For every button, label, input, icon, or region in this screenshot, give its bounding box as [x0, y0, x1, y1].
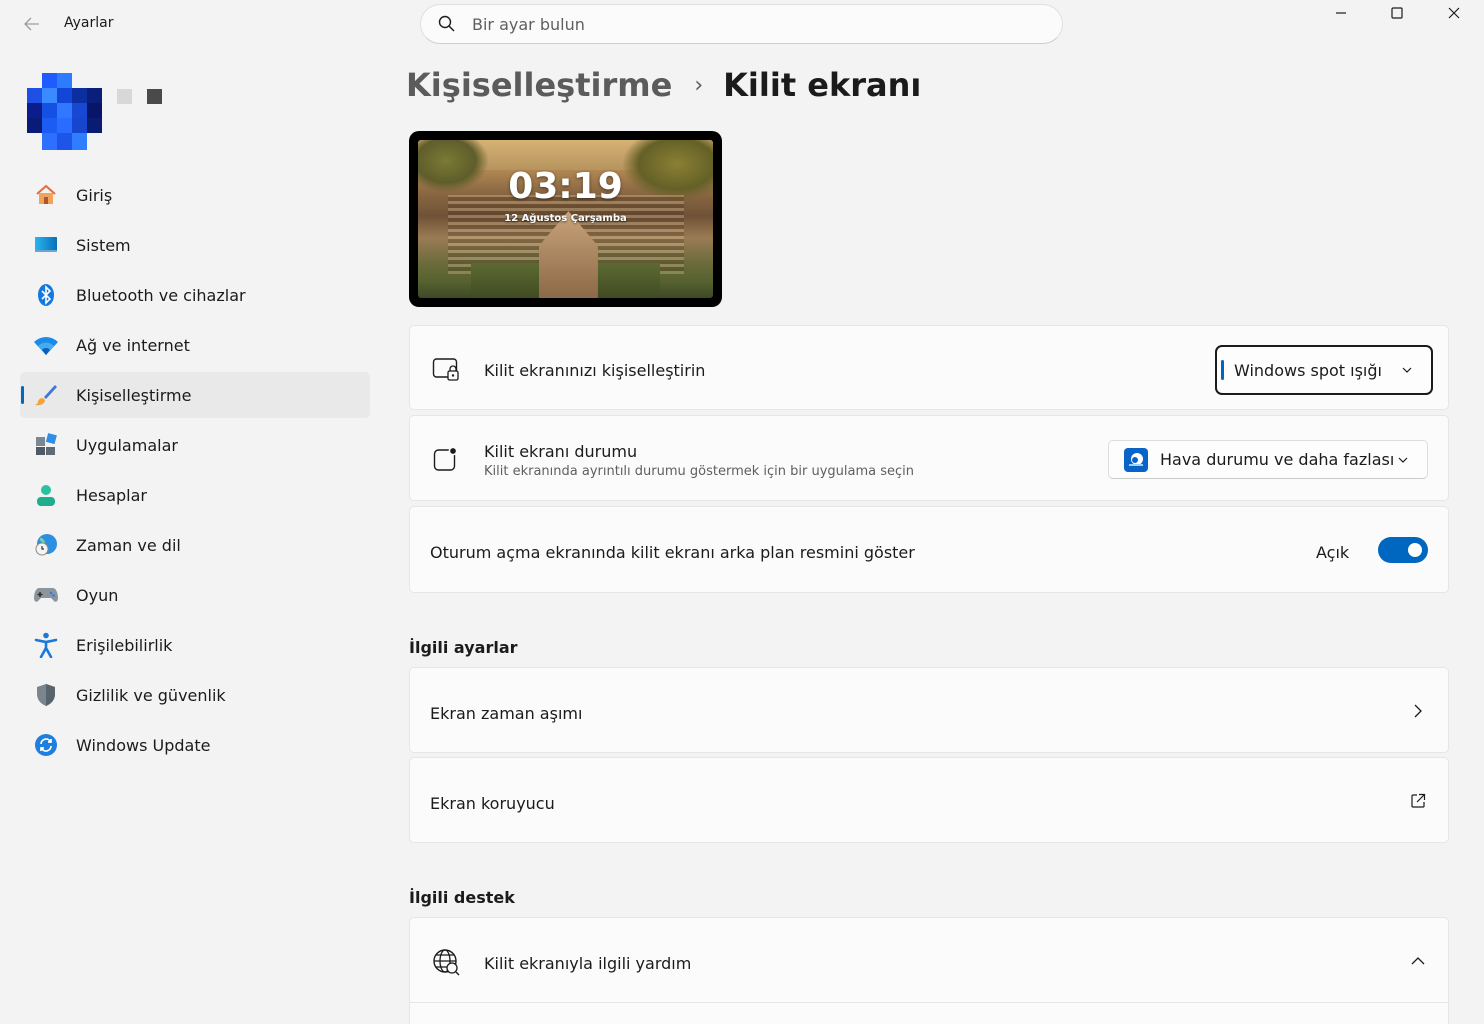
sidebar-item-bluetooth[interactable]: Bluetooth ve cihazlar — [20, 272, 370, 318]
sidebar-item-label: Ağ ve internet — [76, 335, 190, 355]
setting-signin-background: Oturum açma ekranında kilit ekranı arka … — [409, 506, 1449, 593]
globe-icon — [432, 948, 460, 976]
sidebar-item-network[interactable]: Ağ ve internet — [20, 322, 370, 368]
sidebar-item-accessibility[interactable]: Erişilebilirlik — [20, 622, 370, 668]
shield-icon — [33, 682, 59, 708]
chevron-down-icon — [1402, 367, 1412, 373]
preview-date: 12 Ağustos Çarşamba — [504, 213, 627, 224]
divider — [410, 1002, 1448, 1003]
dropdown-value: Hava durumu ve daha fazlası — [1160, 450, 1395, 469]
breadcrumb: Kişiselleştirme › Kilit ekranı — [406, 66, 921, 104]
setting-label: Oturum açma ekranında kilit ekranı arka … — [430, 543, 915, 562]
sidebar-nav: Giriş Sistem Bluetooth ve cihazlar Ağ ve… — [20, 172, 370, 772]
chevron-up-icon[interactable] — [1410, 953, 1426, 969]
sidebar-item-label: Uygulamalar — [76, 435, 178, 455]
setting-label: Kilit ekranınızı kişiselleştirin — [484, 361, 706, 380]
update-icon — [33, 732, 59, 758]
support-item-lock-screen-help[interactable]: Kilit ekranıyla ilgili yardım — [409, 917, 1449, 1024]
dropdown-accent — [1221, 360, 1224, 380]
gamepad-icon — [33, 582, 59, 608]
apps-icon — [33, 432, 59, 458]
home-icon — [33, 182, 59, 208]
close-button[interactable] — [1426, 0, 1482, 26]
chevron-right-icon — [1414, 704, 1422, 718]
sidebar-item-home[interactable]: Giriş — [20, 172, 370, 218]
signin-background-toggle[interactable] — [1378, 537, 1428, 563]
support-item-label: Kilit ekranıyla ilgili yardım — [484, 954, 692, 973]
brush-icon — [33, 382, 59, 408]
sidebar-item-windows-update[interactable]: Windows Update — [20, 722, 370, 768]
sidebar-item-label: Hesaplar — [76, 485, 147, 505]
bluetooth-icon — [33, 282, 59, 308]
status-icon — [432, 445, 460, 473]
setting-lock-screen-status: Kilit ekranı durumu Kilit ekranında ayrı… — [409, 415, 1449, 501]
search-input[interactable] — [472, 14, 1032, 34]
sidebar-item-apps[interactable]: Uygulamalar — [20, 422, 370, 468]
arrow-left-icon — [24, 17, 39, 31]
avatar[interactable] — [27, 73, 102, 150]
toggle-knob — [1408, 543, 1422, 557]
globe-clock-icon — [33, 532, 59, 558]
app-title: Ayarlar — [64, 15, 114, 31]
sidebar-item-label: Windows Update — [76, 735, 211, 755]
external-link-icon — [1411, 793, 1426, 808]
sidebar-item-label: Erişilebilirlik — [76, 635, 173, 655]
sidebar-item-label: Giriş — [76, 185, 113, 205]
breadcrumb-separator: › — [694, 72, 704, 98]
search-box[interactable] — [420, 4, 1063, 44]
setting-label: Kilit ekranı durumu — [484, 442, 638, 461]
sidebar-item-gaming[interactable]: Oyun — [20, 572, 370, 618]
toggle-state-label: Açık — [1316, 543, 1350, 562]
sidebar-item-label: Kişiselleştirme — [76, 385, 192, 405]
sidebar-item-label: Bluetooth ve cihazlar — [76, 285, 246, 305]
accessibility-icon — [33, 632, 59, 658]
lock-screen-background-dropdown[interactable]: Windows spot ışığı — [1215, 345, 1433, 395]
search-icon — [438, 15, 455, 32]
related-support-title: İlgili destek — [409, 888, 515, 907]
account-icon — [33, 482, 59, 508]
breadcrumb-parent[interactable]: Kişiselleştirme — [406, 66, 672, 104]
dropdown-value: Windows spot ışığı — [1234, 360, 1382, 380]
sidebar-item-time-language[interactable]: Zaman ve dil — [20, 522, 370, 568]
setting-description: Kilit ekranında ayrıntılı durumu gösterm… — [484, 464, 915, 479]
chevron-down-icon — [1398, 457, 1408, 463]
sidebar-item-personalization[interactable]: Kişiselleştirme — [20, 372, 370, 418]
maximize-icon — [1391, 7, 1403, 19]
maximize-button[interactable] — [1369, 0, 1425, 26]
lock-screen-preview: 03:19 12 Ağustos Çarşamba — [409, 131, 722, 307]
sidebar-item-system[interactable]: Sistem — [20, 222, 370, 268]
wifi-icon — [33, 332, 59, 358]
sidebar-item-label: Sistem — [76, 235, 131, 255]
minimize-icon — [1336, 12, 1346, 14]
related-item-label: Ekran koruyucu — [430, 794, 555, 813]
profile-name-redacted — [117, 89, 132, 104]
sidebar-item-privacy[interactable]: Gizlilik ve güvenlik — [20, 672, 370, 718]
minimize-button[interactable] — [1313, 0, 1369, 26]
sidebar-item-label: Gizlilik ve güvenlik — [76, 685, 226, 705]
related-item-label: Ekran zaman aşımı — [430, 704, 583, 723]
setting-personalize-lock-screen: Kilit ekranınızı kişiselleştirin Windows… — [409, 325, 1449, 410]
profile-email-redacted — [147, 89, 162, 104]
back-button[interactable] — [18, 10, 46, 38]
lock-screen-icon — [432, 356, 460, 384]
page-title: Kilit ekranı — [723, 66, 922, 104]
lock-screen-preview-image: 03:19 12 Ağustos Çarşamba — [418, 140, 713, 298]
title-bar: Ayarlar — [0, 0, 1484, 48]
related-item-screen-saver[interactable]: Ekran koruyucu — [409, 757, 1449, 843]
system-icon — [33, 232, 59, 258]
close-icon — [1448, 7, 1460, 19]
weather-app-icon — [1124, 447, 1148, 472]
related-item-screen-timeout[interactable]: Ekran zaman aşımı — [409, 667, 1449, 753]
preview-time: 03:19 — [508, 166, 623, 207]
sidebar-item-label: Zaman ve dil — [76, 535, 181, 555]
sidebar-item-accounts[interactable]: Hesaplar — [20, 472, 370, 518]
related-settings-title: İlgili ayarlar — [409, 638, 518, 657]
lock-screen-status-dropdown[interactable]: Hava durumu ve daha fazlası — [1108, 440, 1428, 479]
sidebar-item-label: Oyun — [76, 585, 119, 605]
